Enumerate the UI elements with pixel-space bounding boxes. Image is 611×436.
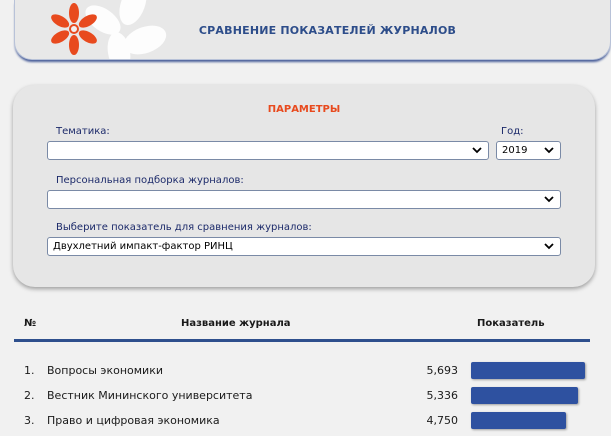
table-header-divider — [14, 339, 590, 342]
row-value: 5,693 — [426, 364, 459, 377]
chevron-down-icon — [544, 147, 554, 154]
topic-label: Тематика: — [56, 126, 110, 137]
year-label: Год: — [501, 126, 524, 137]
indicator-bar — [471, 412, 566, 429]
year-select[interactable]: 2019 — [496, 141, 561, 160]
row-value: 5,336 — [426, 389, 459, 402]
column-header-indicator: Показатель — [477, 318, 545, 329]
chevron-down-icon — [472, 147, 482, 154]
journal-name-link[interactable]: Вестник Мининского университета — [47, 389, 252, 402]
column-header-number: № — [24, 318, 37, 329]
row-number: 2. — [24, 389, 35, 402]
indicator-bar — [471, 362, 585, 379]
collection-label: Персональная подборка журналов: — [56, 175, 244, 186]
parameters-title: ПАРАМЕТРЫ — [267, 104, 341, 115]
row-number: 3. — [24, 414, 35, 427]
indicator-select-value: Двухлетний импакт-фактор РИНЦ — [53, 241, 233, 252]
row-number: 1. — [24, 364, 35, 377]
journal-name-link[interactable]: Право и цифровая экономика — [47, 414, 220, 427]
collection-select[interactable] — [47, 190, 561, 209]
column-header-journal-name: Название журнала — [181, 318, 291, 329]
indicator-select[interactable]: Двухлетний импакт-фактор РИНЦ — [47, 237, 561, 256]
indicator-label: Выберите показатель для сравнения журнал… — [56, 222, 312, 233]
journal-name-link[interactable]: Вопросы экономики — [47, 364, 163, 377]
chevron-down-icon — [544, 243, 554, 250]
indicator-bar — [471, 387, 578, 404]
page-header: СРАВНЕНИЕ ПОКАЗАТЕЛЕЙ ЖУРНАЛОВ — [14, 0, 611, 60]
year-select-value: 2019 — [502, 145, 528, 156]
topic-select[interactable] — [47, 141, 489, 160]
row-value: 4,750 — [426, 414, 459, 427]
page-title: СРАВНЕНИЕ ПОКАЗАТЕЛЕЙ ЖУРНАЛОВ — [198, 24, 457, 37]
parameters-panel: ПАРАМЕТРЫ Тематика: Год: 2019 Персональн… — [13, 85, 595, 287]
chevron-down-icon — [544, 196, 554, 203]
